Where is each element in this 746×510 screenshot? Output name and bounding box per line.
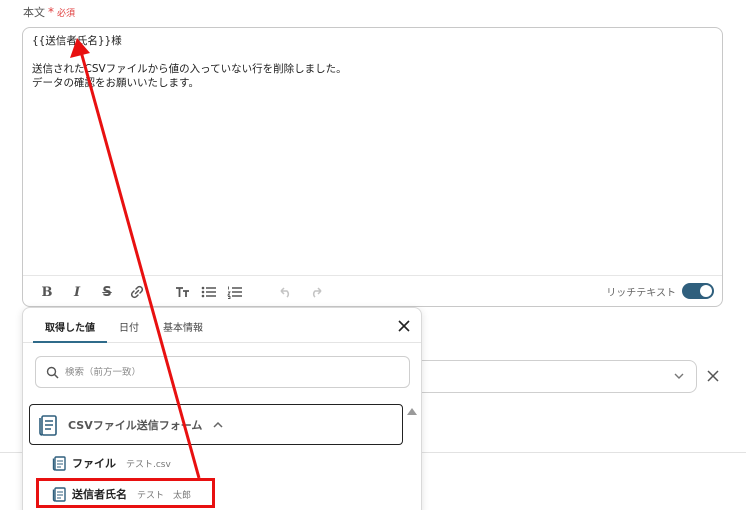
form-icon	[39, 414, 57, 436]
search-box[interactable]	[35, 356, 410, 388]
required-star: *	[48, 5, 54, 19]
tab-date[interactable]: 日付	[107, 308, 151, 343]
list-item-file[interactable]: ファイル テスト.csv	[52, 455, 171, 471]
undo-icon[interactable]	[275, 282, 295, 302]
rich-text-switch[interactable]	[682, 283, 714, 299]
editor-content[interactable]: {{送信者氏名}}様 送信されたCSVファイルから値の入っていない行を削除しまし…	[32, 34, 347, 90]
bold-icon[interactable]: B	[37, 282, 57, 302]
text-size-icon[interactable]	[173, 282, 193, 302]
rich-text-toggle[interactable]: リッチテキスト	[606, 283, 714, 299]
field-label: 本文 * 必須	[23, 4, 75, 20]
required-text: 必須	[57, 9, 76, 19]
background-select[interactable]	[410, 360, 697, 393]
editor-divider	[23, 275, 722, 276]
tab-basic-info[interactable]: 基本情報	[151, 308, 215, 343]
search-input[interactable]	[65, 366, 365, 378]
close-icon[interactable]	[397, 319, 411, 333]
rich-text-label: リッチテキスト	[606, 287, 676, 299]
scroll-up-arrow[interactable]	[407, 408, 417, 415]
item-label: ファイル	[72, 457, 116, 470]
remove-icon[interactable]	[706, 369, 720, 383]
popover-tabs: 取得した値 日付 基本情報	[23, 308, 421, 343]
bullet-list-icon[interactable]	[199, 282, 219, 302]
strikethrough-icon[interactable]: S	[97, 282, 117, 302]
field-label-text: 本文	[23, 6, 45, 19]
annotation-highlight-box	[36, 478, 215, 508]
item-value: テスト.csv	[126, 459, 171, 470]
redo-icon[interactable]	[307, 282, 327, 302]
group-label: CSVファイル送信フォーム	[68, 418, 203, 432]
tab-acquired-values[interactable]: 取得した値	[33, 308, 107, 343]
link-icon[interactable]	[127, 282, 147, 302]
chevron-down-icon	[674, 373, 684, 379]
chevron-up-icon[interactable]	[212, 419, 224, 431]
group-csv-form[interactable]: CSVファイル送信フォーム	[29, 404, 403, 445]
italic-icon[interactable]: I	[67, 282, 87, 302]
editor-toolbar: B I S	[37, 282, 327, 302]
body-editor[interactable]: {{送信者氏名}}様 送信されたCSVファイルから値の入っていない行を削除しまし…	[22, 27, 723, 307]
search-icon	[46, 366, 59, 379]
form-field-icon	[52, 456, 66, 471]
numbered-list-icon[interactable]	[225, 282, 245, 302]
